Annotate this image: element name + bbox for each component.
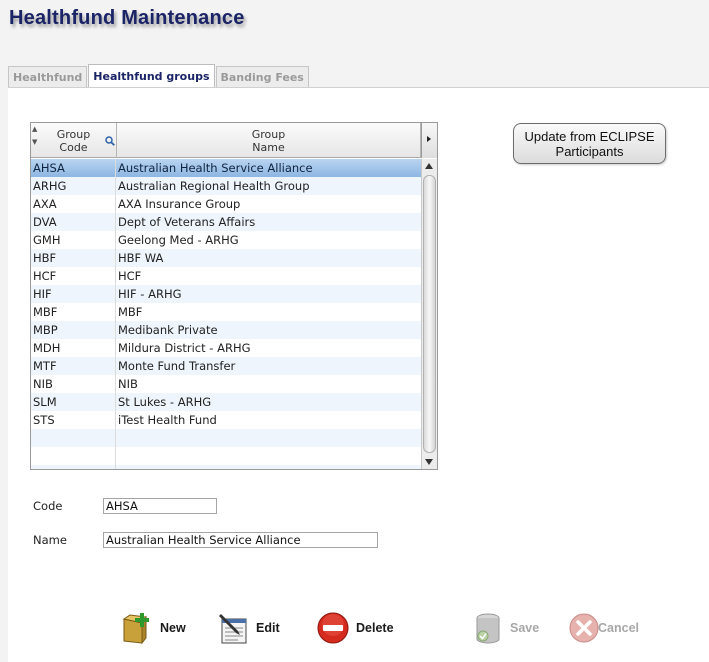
scroll-down-icon[interactable]: [425, 459, 433, 465]
table-row[interactable]: MBF MBF: [31, 303, 421, 321]
table-row[interactable]: SLM St Lukes - ARHG: [31, 393, 421, 411]
empty-row: [31, 429, 421, 447]
page-title: Healthfund Maintenance: [9, 7, 245, 29]
healthfund-groups-grid[interactable]: ▲ ▼ Group Code Group Name AHSA Australian …: [30, 122, 438, 470]
new-folder-icon: [122, 613, 149, 645]
group-code-cell: DVA: [31, 213, 116, 231]
name-label: Name: [33, 533, 67, 547]
group-code-cell: HBF: [31, 249, 116, 267]
column-header-line: Group: [56, 128, 91, 141]
column-chooser-button[interactable]: [421, 123, 437, 158]
group-name-cell: Monte Fund Transfer: [118, 359, 236, 373]
save-button-label: Save: [510, 621, 540, 635]
sort-indicator-icon: ▲ ▼: [32, 125, 38, 146]
column-header-group-name[interactable]: Group Name: [117, 123, 421, 158]
edit-button[interactable]: Edit: [218, 610, 280, 646]
group-name-cell: Medibank Private: [118, 323, 218, 337]
table-row[interactable]: MDH Mildura District - ARHG: [31, 339, 421, 357]
group-code-cell: HIF: [31, 285, 116, 303]
grid-header: ▲ ▼ Group Code Group Name: [31, 123, 437, 158]
delete-button[interactable]: Delete: [316, 610, 394, 646]
code-label: Code: [33, 499, 63, 513]
tab-divider: [8, 87, 709, 88]
chevron-right-icon: [427, 136, 431, 142]
group-code-cell: ARHG: [31, 177, 116, 195]
column-header-group-code[interactable]: ▲ ▼ Group Code: [31, 123, 117, 158]
empty-cell: [31, 465, 116, 469]
tab-healthfund-groups[interactable]: Healthfund groups: [88, 64, 215, 87]
group-name-cell: HBF WA: [118, 251, 164, 265]
table-row[interactable]: NIB NIB: [31, 375, 421, 393]
group-name-cell: HIF - ARHG: [118, 287, 182, 301]
delete-button-label: Delete: [356, 621, 394, 635]
empty-cell: [31, 447, 116, 465]
update-from-eclipse-button[interactable]: Update from ECLIPSE Participants: [513, 123, 666, 164]
column-header-line: Group: [251, 128, 286, 141]
table-row[interactable]: AHSA Australian Health Service Alliance: [31, 159, 421, 177]
group-code-cell: AXA: [31, 195, 116, 213]
code-field[interactable]: [103, 498, 217, 514]
save-icon: [476, 613, 500, 644]
group-name-cell: Dept of Veterans Affairs: [118, 215, 256, 229]
tab-banding-fees[interactable]: Banding Fees: [215, 66, 309, 87]
group-name-cell: HCF: [118, 269, 142, 283]
group-name-cell: NIB: [118, 377, 138, 391]
name-field[interactable]: [103, 532, 378, 548]
table-row[interactable]: HCF HCF: [31, 267, 421, 285]
table-row[interactable]: STS iTest Health Fund: [31, 411, 421, 429]
table-row[interactable]: MBP Medibank Private: [31, 321, 421, 339]
group-name-cell: AXA Insurance Group: [118, 197, 241, 211]
grid-rows: AHSA Australian Health Service Alliance AR…: [31, 159, 421, 469]
table-row[interactable]: HIF HIF - ARHG: [31, 285, 421, 303]
group-code-cell: SLM: [31, 393, 116, 411]
update-button-line: Update from ECLIPSE: [524, 129, 655, 144]
table-row[interactable]: ARHG Australian Regional Health Group: [31, 177, 421, 195]
scrollbar-thumb[interactable]: [423, 175, 436, 453]
group-name-cell: iTest Health Fund: [118, 413, 217, 427]
group-code-cell: MDH: [31, 339, 116, 357]
column-header-line: Code: [59, 141, 88, 154]
edit-button-label: Edit: [256, 621, 280, 635]
empty-row: [31, 465, 421, 469]
group-code-cell: MBP: [31, 321, 116, 339]
group-code-cell: HCF: [31, 267, 116, 285]
tab-bar: Healthfund Healthfund groups Banding Fee…: [8, 64, 310, 87]
tab-healthfund[interactable]: Healthfund: [8, 66, 88, 87]
group-code-cell: GMH: [31, 231, 116, 249]
table-row[interactable]: MTF Monte Fund Transfer: [31, 357, 421, 375]
save-button[interactable]: Save: [472, 610, 539, 646]
group-name-cell: Australian Regional Health Group: [118, 179, 310, 193]
group-name-cell: MBF: [118, 305, 143, 319]
group-code-cell: MBF: [31, 303, 116, 321]
group-code-cell: AHSA: [31, 159, 116, 177]
cancel-icon: [569, 613, 599, 643]
cancel-button[interactable]: Cancel: [568, 610, 639, 646]
empty-cell: [31, 429, 116, 447]
group-code-cell: STS: [31, 411, 116, 429]
group-code-cell: NIB: [31, 375, 116, 393]
group-name-cell: Mildura District - ARHG: [118, 341, 251, 355]
group-code-cell: MTF: [31, 357, 116, 375]
new-button[interactable]: New: [120, 610, 186, 646]
group-name-cell: St Lukes - ARHG: [118, 395, 212, 409]
group-name-cell: Australian Health Service Alliance: [118, 161, 313, 175]
table-row[interactable]: AXA AXA Insurance Group: [31, 195, 421, 213]
table-row[interactable]: GMH Geelong Med - ARHG: [31, 231, 421, 249]
update-button-line: Participants: [555, 144, 624, 159]
search-icon[interactable]: [105, 136, 115, 146]
group-name-cell: Geelong Med - ARHG: [118, 233, 239, 247]
scroll-up-icon[interactable]: [425, 163, 433, 169]
column-header-line: Name: [252, 141, 285, 154]
grid-vertical-scrollbar[interactable]: [421, 159, 437, 469]
new-button-label: New: [160, 621, 186, 635]
cancel-button-label: Cancel: [598, 621, 639, 635]
table-row[interactable]: HBF HBF WA: [31, 249, 421, 267]
table-row[interactable]: DVA Dept of Veterans Affairs: [31, 213, 421, 231]
delete-icon: [317, 612, 349, 644]
empty-row: [31, 447, 421, 465]
edit-icon: [219, 614, 247, 644]
